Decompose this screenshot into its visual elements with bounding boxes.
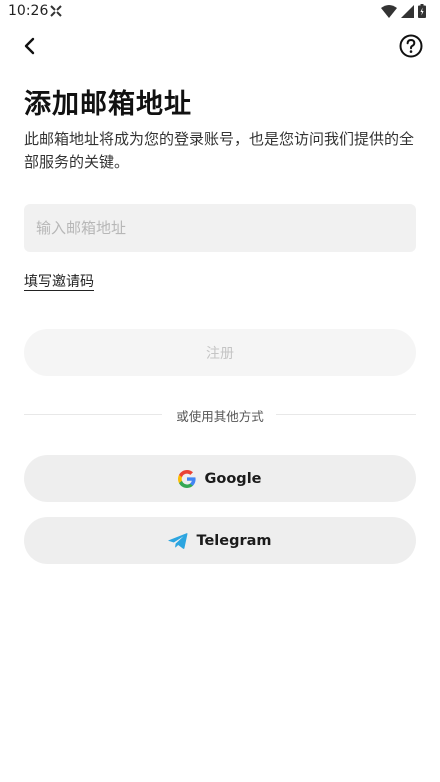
status-time: 10:26	[8, 3, 49, 19]
google-login-button[interactable]: Google	[24, 455, 416, 502]
invite-code-link[interactable]: 填写邀请码	[24, 271, 94, 291]
alternative-divider: 或使用其他方式	[24, 406, 416, 424]
divider-line-right	[276, 414, 416, 415]
page-title: 添加邮箱地址	[24, 89, 192, 120]
email-input[interactable]	[24, 204, 416, 252]
telegram-login-button[interactable]: Telegram	[24, 517, 416, 564]
screen-record-icon	[50, 5, 62, 17]
back-button[interactable]	[18, 34, 42, 58]
page-subtitle: 此邮箱地址将成为您的登录账号，也是您访问我们提供的全部服务的关键。	[24, 130, 415, 171]
register-button[interactable]: 注册	[24, 329, 416, 376]
google-icon	[178, 469, 197, 488]
register-button-label: 注册	[206, 345, 234, 362]
telegram-login-label: Telegram	[196, 532, 272, 549]
google-login-label: Google	[204, 470, 262, 487]
signal-icon	[401, 4, 414, 18]
divider-label: 或使用其他方式	[176, 409, 264, 424]
telegram-icon	[168, 532, 188, 549]
battery-icon	[418, 4, 426, 18]
status-icons	[381, 4, 426, 18]
help-button[interactable]	[398, 33, 424, 59]
wifi-icon	[381, 4, 397, 18]
status-bar: 10:26	[0, 0, 440, 24]
